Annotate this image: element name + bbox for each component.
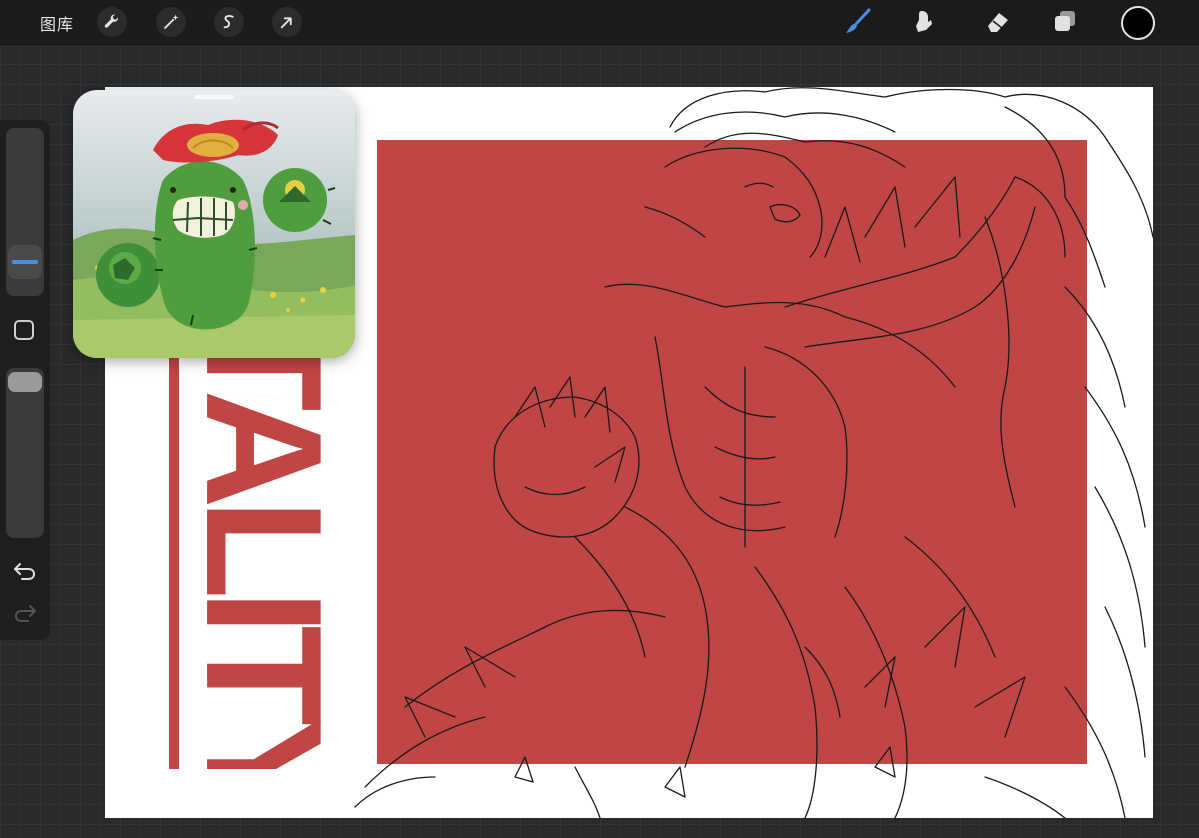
brush-size-slider[interactable]: [6, 128, 44, 296]
selection-icon: [223, 15, 234, 29]
brush-tool-button[interactable]: [841, 6, 873, 38]
actions-button[interactable]: [97, 7, 127, 37]
top-toolbar: 图库: [0, 0, 1199, 45]
undo-icon: [14, 563, 36, 580]
left-sidebar: [0, 120, 50, 640]
eraser-tool-button[interactable]: [982, 6, 1014, 38]
brush-size-thumb[interactable]: [8, 245, 42, 279]
brush-opacity-slider[interactable]: [6, 368, 44, 538]
smudge-tool-button[interactable]: [908, 6, 940, 38]
transform-arrow-icon: [280, 17, 292, 29]
reference-window-grip[interactable]: [194, 95, 234, 99]
layers-button[interactable]: [1049, 6, 1081, 38]
color-picker-button[interactable]: [1121, 6, 1155, 40]
redo-button[interactable]: [12, 602, 38, 624]
eraser-icon: [988, 13, 1008, 32]
gallery-button[interactable]: 图库: [40, 11, 74, 35]
wrench-icon: [104, 14, 119, 28]
selection-button[interactable]: [214, 7, 244, 37]
magic-wand-icon: [164, 14, 179, 29]
brush-opacity-thumb[interactable]: [8, 372, 42, 392]
layers-icon: [1055, 11, 1075, 31]
brush-icon: [846, 8, 871, 33]
undo-button[interactable]: [12, 560, 38, 582]
redo-icon: [14, 605, 36, 622]
cactus-character-image: [73, 90, 355, 358]
adjustments-button[interactable]: [156, 7, 186, 37]
transform-button[interactable]: [272, 7, 302, 37]
reference-image-window[interactable]: [73, 90, 355, 358]
smudge-icon: [916, 11, 932, 32]
brush-size-indicator: [12, 260, 38, 264]
modify-button[interactable]: [14, 320, 34, 340]
